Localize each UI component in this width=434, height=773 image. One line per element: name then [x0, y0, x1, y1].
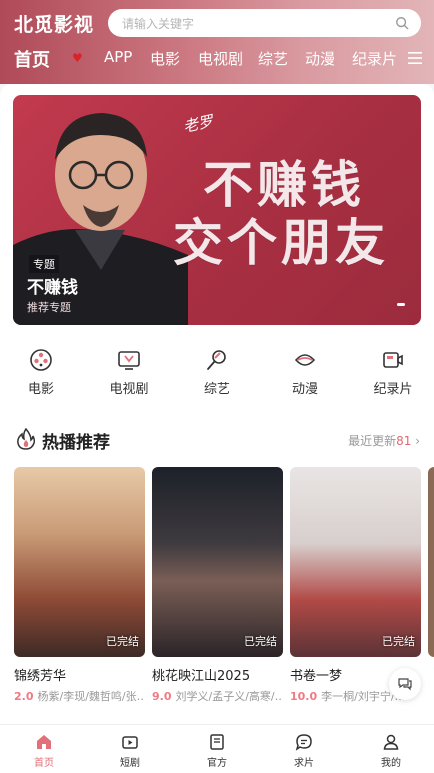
score: 2.0 — [14, 690, 34, 703]
tab-label: 官方 — [207, 758, 227, 769]
video-card[interactable]: 已完结 锦绣芳华 2.0 杨紫/李现/魏哲鸣/张… — [14, 467, 145, 704]
film-reel-icon — [30, 349, 52, 371]
category-label: 动漫 — [291, 382, 318, 397]
score: 10.0 — [290, 690, 318, 703]
score: 9.0 — [152, 690, 172, 703]
category-tv[interactable]: 电视剧 — [99, 348, 159, 397]
microphone-icon — [207, 350, 226, 370]
status-badge: 已完结 — [382, 635, 415, 648]
tab-request[interactable]: 求片 — [274, 733, 334, 769]
chevron-right-icon: › — [415, 434, 420, 448]
category-label: 电视剧 — [109, 382, 149, 397]
fire-icon — [17, 428, 36, 450]
video-card[interactable]: 已完结 桃花映江山2025 9.0 刘学义/孟子义/高寒/… — [152, 467, 283, 704]
carousel-indicator[interactable] — [397, 303, 405, 306]
category-variety[interactable]: 综艺 — [187, 348, 247, 397]
search-placeholder: 请输入关键字 — [122, 17, 195, 31]
heart-icon[interactable]: ♥ — [72, 51, 83, 65]
floating-chat-button[interactable] — [389, 668, 421, 700]
poster-image[interactable]: 已完结 — [152, 467, 283, 657]
category-row: 电影 电视剧 综艺 动漫 纪录片 — [0, 348, 434, 408]
poster-image[interactable]: 已完结 — [290, 467, 421, 657]
status-badge: 已完结 — [106, 635, 139, 648]
cast: 刘学义/孟子义/高寒/… — [175, 690, 284, 703]
section-title: 热播推荐 — [42, 433, 110, 453]
nav-home[interactable]: 首页 — [14, 46, 50, 72]
document-icon — [210, 734, 224, 750]
more-label: 最近更新 — [348, 434, 397, 448]
play-icon — [122, 736, 138, 749]
video-meta: 2.0 杨紫/李现/魏哲鸣/张… — [14, 688, 145, 704]
video-meta: 9.0 刘学义/孟子义/高寒/… — [152, 688, 283, 704]
tv-icon — [118, 351, 140, 370]
banner-headline-2: 交个朋友 — [173, 214, 389, 272]
tab-label: 短剧 — [120, 758, 140, 769]
home-icon — [37, 735, 51, 749]
update-count: 81 — [396, 434, 412, 448]
hot-section-header: 热播推荐 最近更新81 › — [16, 426, 420, 453]
hero-banner[interactable]: 老罗 不赚钱 交个朋友 专题 不赚钱 推荐专题 — [13, 95, 421, 325]
poster-image[interactable]: 已完结 — [14, 467, 145, 657]
menu-icon[interactable] — [408, 52, 422, 64]
status-badge: 已完结 — [244, 635, 277, 648]
category-label: 电影 — [27, 382, 54, 397]
banner-signature: 老罗 — [181, 112, 215, 136]
tab-label: 我的 — [381, 758, 401, 769]
banner-subtitle: 推荐专题 — [27, 301, 71, 314]
tab-label: 首页 — [34, 758, 54, 769]
nav-tv[interactable]: 电视剧 — [198, 48, 243, 69]
search-icon[interactable] — [395, 16, 409, 30]
app-logo: 北觅影视 — [14, 14, 95, 36]
nav-documentary[interactable]: 纪录片 — [352, 48, 397, 69]
tab-label: 求片 — [294, 758, 314, 769]
cast: 杨紫/李现/魏哲鸣/张… — [37, 690, 146, 703]
nav-variety[interactable]: 综艺 — [258, 48, 288, 69]
user-icon — [383, 734, 399, 750]
tab-shorts[interactable]: 短剧 — [100, 733, 160, 769]
tab-home[interactable]: 首页 — [14, 733, 74, 769]
banner-tag: 专题 — [29, 255, 59, 273]
category-movie[interactable]: 电影 — [11, 348, 71, 397]
video-title: 锦绣芳华 — [14, 669, 67, 684]
category-documentary[interactable]: 纪录片 — [363, 348, 423, 397]
bottom-tab-bar: 首页 短剧 官方 求片 我的 — [0, 724, 434, 773]
video-card-peek[interactable] — [428, 467, 434, 657]
video-title: 桃花映江山2025 — [152, 669, 251, 684]
category-anime[interactable]: 动漫 — [275, 348, 335, 397]
banner-title: 不赚钱 — [27, 278, 78, 298]
nav-anime[interactable]: 动漫 — [305, 48, 335, 69]
search-input[interactable]: 请输入关键字 — [108, 9, 421, 37]
tab-profile[interactable]: 我的 — [361, 733, 421, 769]
camera-icon — [383, 352, 403, 368]
anime-icon — [294, 354, 316, 366]
chat-bubble-icon — [398, 678, 412, 691]
recent-updates-link[interactable]: 最近更新81 › — [348, 432, 420, 449]
category-label: 综艺 — [203, 382, 230, 397]
nav-movie[interactable]: 电影 — [150, 48, 180, 69]
category-label: 纪录片 — [373, 382, 413, 397]
tab-official[interactable]: 官方 — [187, 733, 247, 769]
nav-app[interactable]: APP — [104, 48, 132, 66]
top-nav: 首页 ♥ APP 电影 电视剧 综艺 动漫 纪录片 — [0, 48, 434, 72]
chat-icon — [295, 734, 312, 751]
header: 北觅影视 请输入关键字 首页 ♥ APP 电影 电视剧 综艺 动漫 纪录片 — [0, 0, 434, 84]
main-content: 老罗 不赚钱 交个朋友 专题 不赚钱 推荐专题 电影 电视剧 综艺 动漫 纪录片… — [0, 84, 434, 724]
